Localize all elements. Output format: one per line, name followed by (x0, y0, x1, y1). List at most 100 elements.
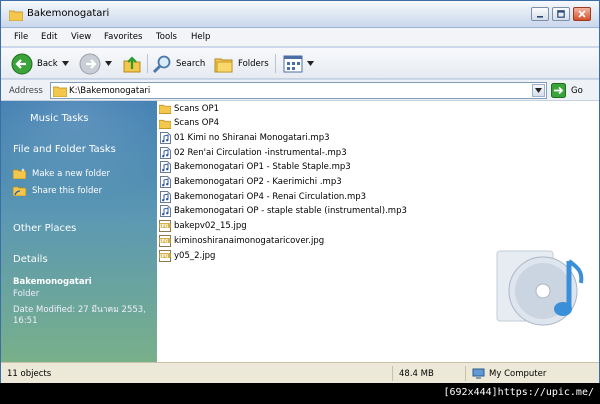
menu-favorites[interactable]: Favorites (104, 32, 142, 42)
jpg-file-icon: JPG (159, 234, 171, 247)
other-places-header[interactable]: Other Places (13, 223, 76, 234)
chevron-down-icon (105, 61, 112, 66)
file-item[interactable]: Bakemonogatari OP1 - Stable Staple.mp3 (159, 160, 351, 175)
file-name: Bakemonogatari OP4 - Renai Circulation.m… (174, 191, 367, 202)
status-object-count: 11 objects (7, 369, 52, 379)
views-button[interactable] (283, 52, 314, 75)
minimize-icon (537, 16, 543, 18)
file-name: Bakemonogatari OP - staple stable (instr… (174, 206, 407, 217)
go-label: Go (571, 85, 583, 96)
search-button[interactable]: Search (152, 52, 205, 75)
make-new-folder-link[interactable]: Make a new folder (13, 168, 110, 179)
minimize-button[interactable] (531, 7, 549, 21)
up-folder-icon (123, 55, 141, 72)
go-arrow-icon (551, 83, 566, 98)
menu-edit[interactable]: Edit (41, 32, 57, 42)
status-location-cell: My Computer (465, 366, 599, 381)
file-name: bakepv02_15.jpg (174, 221, 247, 232)
jpg-file-icon: JPG (159, 220, 171, 233)
svg-text:JPG: JPG (159, 223, 169, 229)
menu-help[interactable]: Help (191, 32, 210, 42)
file-item[interactable]: JPG y05_2.jpg (159, 248, 215, 263)
search-label: Search (176, 58, 206, 69)
detail-type: Folder (13, 289, 40, 299)
music-file-icon (159, 131, 171, 144)
explorer-window: Bakemonogatari File Edit View Favorites … (0, 0, 600, 383)
folder-icon (159, 103, 171, 115)
toolbar: Back Search Folders (1, 48, 599, 79)
file-item[interactable]: 02 Ren'ai Circulation -instrumental-.mp3 (159, 145, 347, 160)
forward-button[interactable] (79, 52, 112, 75)
folders-label: Folders (238, 58, 269, 69)
address-bar: Address K:\Bakemonogatari Go (1, 80, 599, 101)
toolbar-separator (147, 54, 148, 73)
share-folder-link[interactable]: Share this folder (13, 185, 102, 196)
up-folder-button[interactable] (122, 52, 142, 75)
back-arrow-icon (11, 53, 33, 74)
forward-arrow-icon (79, 53, 101, 74)
music-file-icon (159, 176, 171, 188)
task-pane: Music Tasks File and Folder Tasks Make a… (1, 101, 157, 362)
file-item[interactable]: JPG kiminoshiranaimonogataricover.jpg (159, 233, 324, 248)
file-item[interactable]: Bakemonogatari OP4 - Renai Circulation.m… (159, 189, 366, 204)
make-new-folder-label: Make a new folder (32, 168, 110, 179)
my-computer-icon (472, 368, 485, 379)
file-folder-tasks-header[interactable]: File and Folder Tasks (13, 144, 116, 155)
menu-bar: File Edit View Favorites Tools Help (1, 28, 599, 70)
music-file-icon (159, 205, 171, 218)
share-folder-icon (13, 186, 26, 196)
search-icon (152, 55, 171, 73)
svg-text:JPG: JPG (159, 253, 169, 259)
chevron-down-icon (307, 61, 314, 66)
file-item[interactable]: Bakemonogatari OP - staple stable (instr… (159, 204, 407, 219)
folder-icon (52, 85, 68, 100)
toolbar-separator (275, 54, 276, 73)
maximize-icon (557, 10, 565, 18)
file-item[interactable]: Bakemonogatari OP2 - Kaerimichi .mp3 (159, 175, 342, 190)
music-file-icon (159, 161, 171, 174)
title-bar[interactable]: Bakemonogatari (1, 1, 599, 28)
music-file-icon (159, 190, 171, 203)
window-title: Bakemonogatari (27, 8, 110, 19)
file-name: Scans OP4 (174, 118, 220, 129)
music-tasks-header[interactable]: Music Tasks (30, 113, 88, 124)
file-item[interactable]: Scans OP4 (159, 116, 219, 131)
detail-name: Bakemonogatari (13, 277, 92, 287)
status-bar: 11 objects 48.4 MB My Computer (1, 362, 599, 383)
menu-view[interactable]: View (71, 32, 91, 42)
views-icon (283, 55, 303, 72)
go-button[interactable]: Go (551, 83, 583, 98)
file-name: 02 Ren'ai Circulation -instrumental-.mp3 (174, 147, 347, 158)
file-item[interactable]: 01 Kimi no Shiranai Monogatari.mp3 (159, 130, 330, 145)
address-label: Address (9, 86, 43, 96)
menu-tools[interactable]: Tools (156, 32, 177, 42)
maximize-button[interactable] (552, 7, 570, 21)
chevron-down-icon (535, 88, 542, 93)
watermark-text: [692x444]https://upic.me/ (443, 387, 594, 398)
jpg-file-icon: JPG (159, 249, 171, 262)
folders-icon (214, 58, 233, 72)
file-list: Scans OP1 Scans OP4 01 Kimi no Shiranai Mo… (157, 101, 599, 362)
svg-text:JPG: JPG (159, 238, 169, 244)
details-header[interactable]: Details (13, 254, 48, 265)
file-item[interactable]: JPG bakepv02_15.jpg (159, 219, 247, 234)
close-icon (578, 10, 586, 18)
status-location: My Computer (489, 368, 547, 379)
back-button[interactable]: Back (11, 52, 69, 75)
address-dropdown-button[interactable] (532, 84, 545, 97)
file-name: Bakemonogatari OP1 - Stable Staple.mp3 (174, 162, 351, 173)
folder-icon (8, 9, 24, 23)
music-cd-icon (491, 241, 591, 343)
file-name: Bakemonogatari OP2 - Kaerimichi .mp3 (174, 177, 342, 187)
folder-icon (159, 117, 171, 129)
chevron-down-icon (61, 61, 69, 66)
file-name: 01 Kimi no Shiranai Monogatari.mp3 (174, 132, 330, 143)
close-button[interactable] (573, 7, 591, 21)
file-item[interactable]: Scans OP1 (159, 101, 219, 116)
folders-button[interactable]: Folders (214, 52, 269, 75)
menu-file[interactable]: File (14, 32, 28, 42)
file-name: kiminoshiranaimonogataricover.jpg (174, 235, 325, 246)
share-folder-label: Share this folder (32, 185, 103, 196)
new-folder-icon (13, 168, 26, 179)
address-input[interactable]: K:\Bakemonogatari (50, 82, 547, 99)
